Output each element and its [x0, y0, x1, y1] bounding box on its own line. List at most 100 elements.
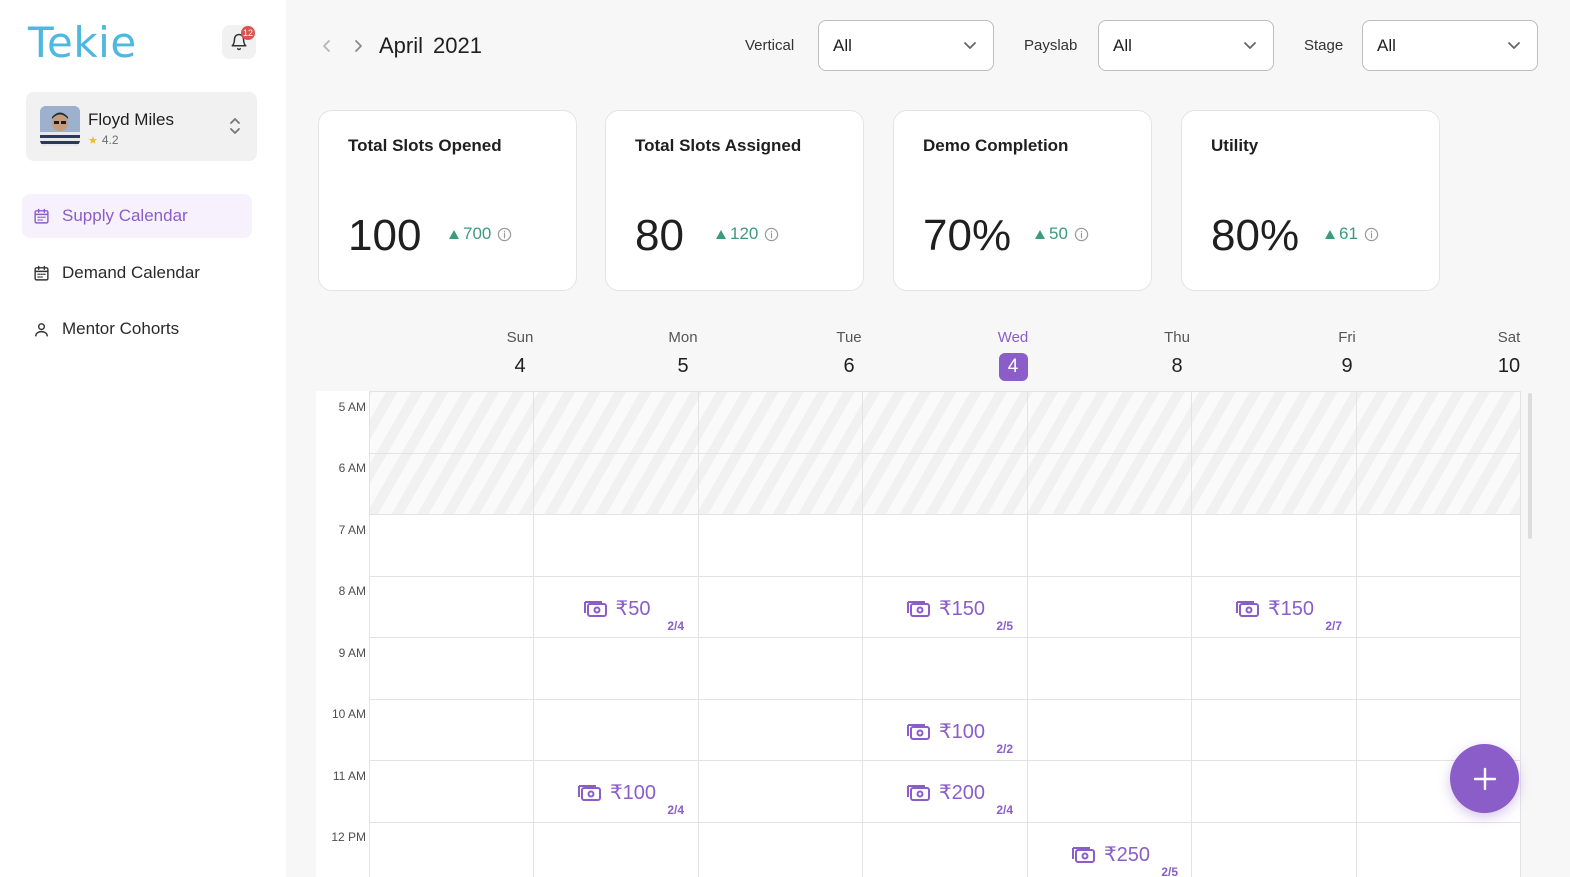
stat-delta: 120 — [716, 224, 779, 244]
slot-mon-8am[interactable]: ₹50 2/4 — [534, 590, 698, 651]
slot-ratio: 2/2 — [996, 742, 1013, 756]
hour-label: 5 AM — [338, 400, 366, 414]
star-icon: ★ — [88, 135, 98, 147]
stat-delta: 61 — [1325, 224, 1379, 244]
day-name: Thu — [1164, 329, 1190, 346]
day-header-sat[interactable]: Sat 10 — [1479, 329, 1539, 378]
slot-amount: ₹150 — [1267, 597, 1315, 620]
month-name: April — [379, 33, 424, 58]
stage-filter-label: Stage — [1304, 37, 1344, 54]
hour-label: 12 PM — [331, 830, 366, 844]
chevron-left-icon — [323, 40, 330, 52]
grid-line — [698, 391, 699, 877]
notification-count-badge: 12 — [240, 26, 255, 40]
day-number: 6 — [843, 355, 855, 377]
payslab-select[interactable]: All — [1098, 20, 1274, 71]
chevron-down-icon — [1244, 42, 1256, 49]
year: 2021 — [433, 33, 482, 58]
sidebar: Tekie 12 Floyd Miles ★ 4.2 Supply Calend… — [0, 0, 286, 877]
chevron-up-down-icon — [229, 116, 241, 141]
chevron-right-icon — [355, 40, 362, 52]
rating-value: 4.2 — [101, 133, 119, 147]
stat-delta-value: 50 — [1049, 224, 1068, 243]
slot-amount: ₹150 — [938, 597, 986, 620]
current-month-label: April 2021 — [379, 33, 482, 59]
slot-ratio: 2/4 — [667, 803, 684, 817]
hour-label: 10 AM — [331, 707, 366, 721]
day-header-mon[interactable]: Mon 5 — [653, 329, 713, 378]
slot-amount: ₹200 — [938, 781, 986, 804]
stage-select-value: All — [1377, 35, 1396, 55]
day-header-wed[interactable]: Wed 4 — [983, 329, 1043, 381]
slot-thu-12pm[interactable]: ₹250 2/5 — [1028, 836, 1192, 877]
stat-value: 70% — [923, 211, 1012, 260]
day-number: 8 — [1171, 355, 1183, 377]
info-icon[interactable] — [497, 227, 512, 242]
calendar-icon — [32, 207, 50, 225]
day-header-fri[interactable]: Fri 9 — [1317, 329, 1377, 378]
day-header-tue[interactable]: Tue 6 — [819, 329, 879, 378]
day-header-thu[interactable]: Thu 8 — [1147, 329, 1207, 378]
profile-rating: ★ 4.2 — [88, 133, 119, 147]
slot-ratio: 2/4 — [996, 803, 1013, 817]
stat-value: 100 — [348, 211, 422, 260]
stat-card-total-slots-opened: Total Slots Opened 100 700 — [318, 110, 577, 291]
vertical-select-value: All — [833, 35, 852, 55]
calendar-icon — [32, 264, 50, 282]
add-slot-button[interactable] — [1450, 744, 1519, 813]
slot-fri-8am[interactable]: ₹150 2/7 — [1192, 590, 1356, 651]
next-month-button[interactable] — [349, 36, 367, 56]
day-name: Sun — [506, 329, 534, 346]
slot-wed-8am[interactable]: ₹150 2/5 — [863, 590, 1027, 651]
hour-label: 9 AM — [338, 646, 366, 660]
cash-icon — [905, 721, 931, 741]
notification-bell-button[interactable]: 12 — [222, 25, 256, 59]
calendar-grid[interactable]: 5 AM 6 AM 7 AM 8 AM 9 AM 10 AM 11 AM 12 … — [316, 391, 1521, 877]
slot-wed-10am[interactable]: ₹100 2/2 — [863, 713, 1027, 774]
stat-delta-value: 700 — [463, 224, 492, 243]
profile-switcher[interactable]: Floyd Miles ★ 4.2 — [26, 92, 257, 161]
info-icon[interactable] — [1074, 227, 1089, 242]
slot-ratio: 2/4 — [667, 619, 684, 633]
vertical-filter-label: Vertical — [745, 37, 795, 54]
sidebar-item-supply-calendar[interactable]: Supply Calendar — [22, 194, 252, 238]
cash-icon — [905, 782, 931, 802]
slot-wed-11am[interactable]: ₹200 2/4 — [863, 774, 1027, 835]
day-header-sun[interactable]: Sun 4 — [490, 329, 550, 378]
previous-month-button[interactable] — [318, 36, 336, 56]
sidebar-item-label: Demand Calendar — [62, 263, 200, 282]
stat-card-total-slots-assigned: Total Slots Assigned 80 120 — [605, 110, 864, 291]
app-logo[interactable]: Tekie — [28, 18, 137, 67]
stat-title: Total Slots Assigned — [635, 136, 802, 155]
user-icon — [32, 320, 50, 338]
stage-select[interactable]: All — [1362, 20, 1538, 71]
cash-icon — [582, 598, 608, 618]
slot-mon-11am[interactable]: ₹100 2/4 — [534, 774, 698, 835]
slot-amount: ₹100 — [609, 781, 657, 804]
chevron-down-icon — [1508, 42, 1520, 49]
calendar-scrollbar[interactable] — [1528, 393, 1532, 539]
cash-icon — [1070, 844, 1096, 864]
grid-line — [1027, 391, 1028, 877]
day-number: 4 — [514, 355, 526, 377]
hour-label: 8 AM — [338, 584, 366, 598]
stat-value: 80% — [1211, 211, 1300, 260]
slot-ratio: 2/7 — [1325, 619, 1342, 633]
info-icon[interactable] — [764, 227, 779, 242]
cash-icon — [1234, 598, 1260, 618]
day-number: 9 — [1341, 355, 1353, 377]
profile-name: Floyd Miles — [88, 110, 174, 129]
cash-icon — [576, 782, 602, 802]
stat-title: Total Slots Opened — [348, 136, 502, 155]
day-name: Wed — [997, 329, 1029, 346]
hour-label: 7 AM — [338, 523, 366, 537]
sidebar-item-label: Mentor Cohorts — [62, 319, 180, 338]
sidebar-item-mentor-cohorts[interactable]: Mentor Cohorts — [22, 307, 252, 351]
sidebar-item-demand-calendar[interactable]: Demand Calendar — [22, 251, 252, 295]
slot-amount: ₹50 — [615, 597, 651, 620]
info-icon[interactable] — [1364, 227, 1379, 242]
vertical-select[interactable]: All — [818, 20, 994, 71]
grid-line — [369, 391, 370, 877]
stat-card-demo-completion: Demo Completion 70% 50 — [893, 110, 1152, 291]
sidebar-item-label: Supply Calendar — [62, 206, 188, 225]
